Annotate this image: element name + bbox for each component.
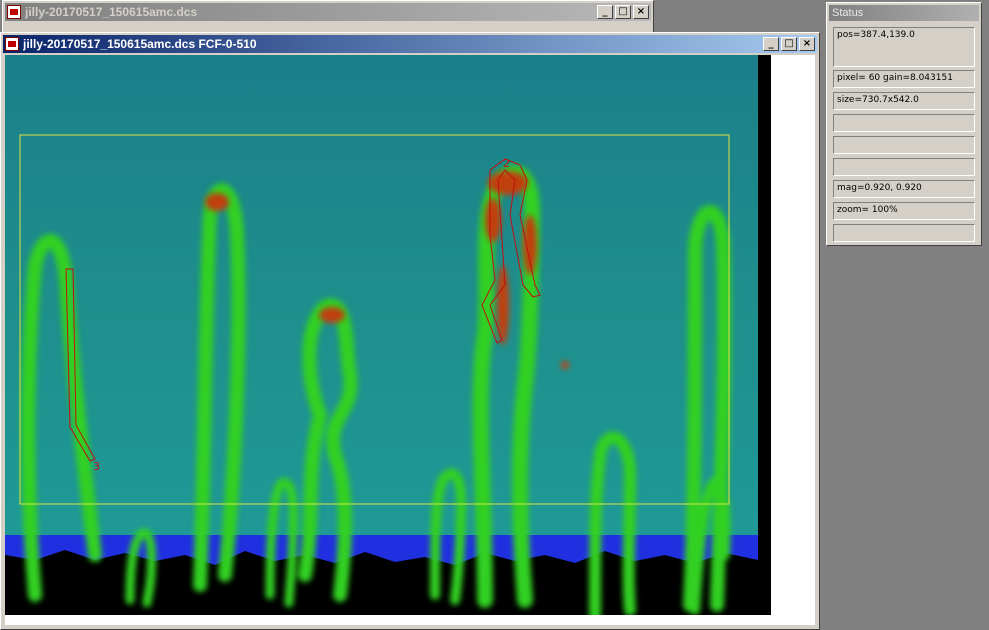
roi-label-2: 2 bbox=[503, 157, 510, 170]
back-window[interactable]: jilly-20170517_150615amc.dcs _ □ × bbox=[2, 0, 654, 36]
status-mag-field: mag=0.920, 0.920 bbox=[833, 180, 975, 198]
document-icon bbox=[5, 37, 19, 51]
image-window-titlebar[interactable]: jilly-20170517_150615amc.dcs FCF-0-510 _… bbox=[3, 35, 817, 53]
image-window[interactable]: jilly-20170517_150615amc.dcs FCF-0-510 _… bbox=[0, 32, 820, 630]
minimize-button[interactable]: _ bbox=[597, 5, 613, 19]
document-icon bbox=[7, 5, 21, 19]
dark-floor bbox=[5, 550, 771, 615]
image-edge bbox=[758, 55, 771, 615]
maximize-button[interactable]: □ bbox=[615, 5, 631, 19]
status-empty-field bbox=[833, 158, 975, 176]
status-pixel-field: pixel= 60 gain=8.043151 bbox=[833, 70, 975, 88]
fluorescence-image[interactable]: 3 2 bbox=[5, 55, 771, 615]
roi-label-3: 3 bbox=[93, 460, 100, 473]
back-window-titlebar[interactable]: jilly-20170517_150615amc.dcs _ □ × bbox=[5, 3, 651, 21]
close-button[interactable]: × bbox=[799, 37, 815, 51]
status-empty-field bbox=[833, 136, 975, 154]
maximize-button[interactable]: □ bbox=[781, 37, 797, 51]
status-panel[interactable]: Status pos=387.4,139.0 pixel= 60 gain=8.… bbox=[826, 2, 982, 246]
back-window-title: jilly-20170517_150615amc.dcs bbox=[25, 5, 198, 19]
image-background bbox=[5, 55, 758, 560]
status-zoom-field: zoom= 100% bbox=[833, 202, 975, 220]
status-empty-field bbox=[833, 114, 975, 132]
close-button[interactable]: × bbox=[633, 5, 649, 19]
image-window-title: jilly-20170517_150615amc.dcs FCF-0-510 bbox=[23, 37, 257, 51]
status-title: Status bbox=[829, 5, 979, 21]
status-empty-field bbox=[833, 224, 975, 242]
status-size-field: size=730.7x542.0 bbox=[833, 92, 975, 110]
image-canvas[interactable]: 3 2 bbox=[5, 55, 815, 625]
status-pos-field: pos=387.4,139.0 bbox=[833, 27, 975, 67]
minimize-button[interactable]: _ bbox=[763, 37, 779, 51]
